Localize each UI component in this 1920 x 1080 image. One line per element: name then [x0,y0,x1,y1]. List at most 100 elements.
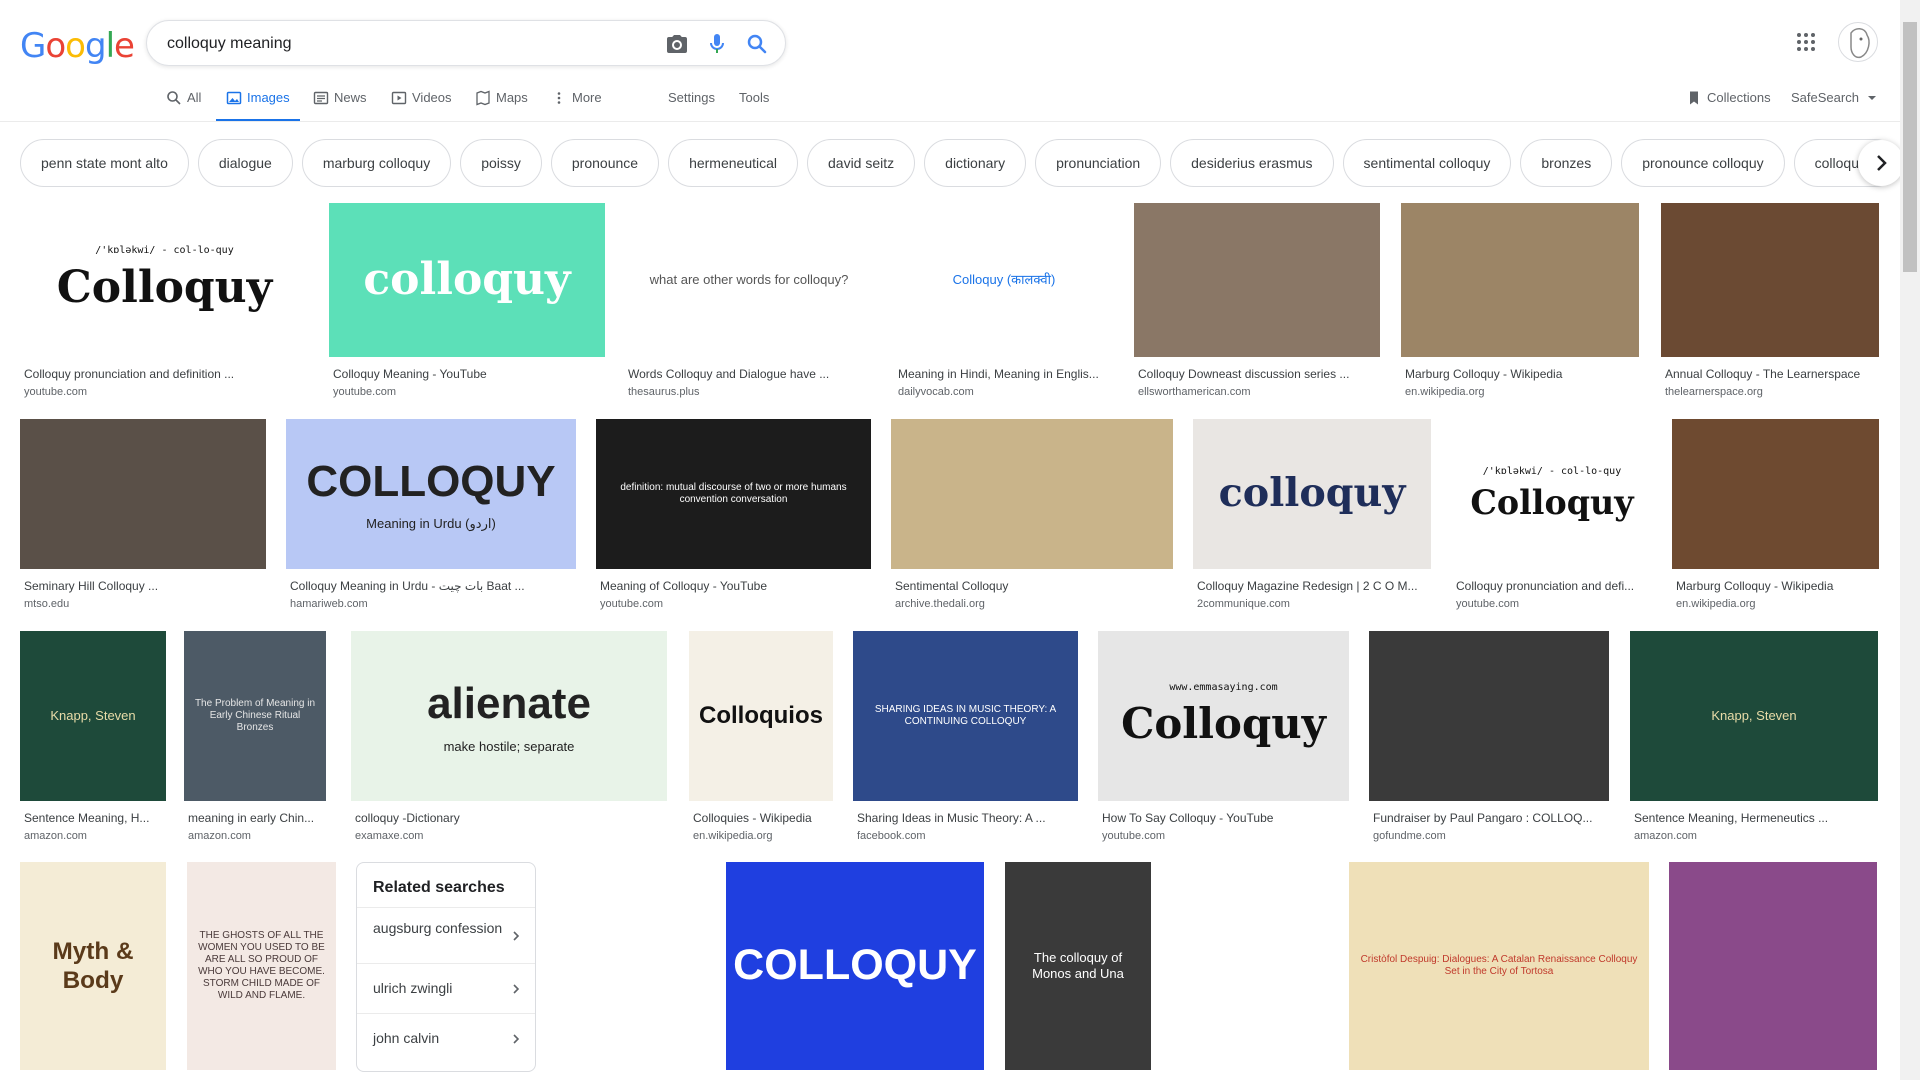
image-source[interactable]: hamariweb.com [290,598,576,610]
image-caption[interactable]: meaning in early Chin... [188,811,326,825]
image-thumbnail[interactable] [557,862,704,1070]
image-result[interactable]: Annual Colloquy - The Learnerspace thelea… [1661,203,1879,399]
image-source[interactable]: gofundme.com [1373,830,1609,842]
image-thumbnail[interactable] [1369,631,1609,801]
image-caption[interactable]: Sharing Ideas in Music Theory: A ... [857,811,1078,825]
image-caption[interactable]: Colloquy Meaning - YouTube [333,367,605,381]
image-result[interactable]: Seminary Hill Colloquy ... mtso.edu [20,419,266,611]
image-result[interactable]: COLLOQUY Meaning in Urdu (اردو) Colloquy M… [286,419,576,611]
image-thumbnail[interactable]: definition: mutual discourse of two or m… [596,419,871,569]
image-result[interactable]: what are other words for colloquy? Words … [624,203,874,399]
apps-grid-icon[interactable] [1794,30,1818,54]
image-source[interactable]: youtube.com [24,386,309,398]
image-thumbnail[interactable] [1134,203,1380,357]
related-chip[interactable]: bronzes [1520,139,1613,187]
image-source[interactable]: youtube.com [1102,830,1349,842]
image-thumbnail[interactable]: Knapp, Steven [20,631,166,801]
related-chip[interactable]: pronunciation [1035,139,1162,187]
collections-link[interactable]: Collections [1686,90,1771,122]
image-thumbnail[interactable]: COLLOQUY Meaning in Urdu (اردو) [286,419,576,569]
image-result[interactable]: colloquy Colloquy Meaning - YouTube youtub… [329,203,605,399]
tab-news[interactable]: News [313,90,367,122]
image-thumbnail[interactable]: Knapp, Steven [1630,631,1878,801]
image-caption[interactable]: Marburg Colloquy - Wikipedia [1676,579,1879,593]
image-result[interactable]: /'kɒləkwi/ - col-lo-quy Colloquy Colloquy … [20,203,309,399]
image-thumbnail[interactable]: Colloquios [689,631,833,801]
image-caption[interactable]: Seminary Hill Colloquy ... [24,579,266,593]
image-caption[interactable]: Words Colloquy and Dialogue have ... [628,367,874,381]
image-source[interactable]: en.wikipedia.org [1676,598,1879,610]
image-result[interactable]: Colloquios Colloquies - Wikipedia en.wikip… [689,631,833,843]
image-result[interactable]: Colloquy (कालक्वी) Meaning in Hindi, Mean… [894,203,1114,399]
image-caption[interactable]: Colloquies - Wikipedia [693,811,833,825]
related-search-item[interactable]: john calvin [357,1013,535,1063]
image-source[interactable]: en.wikipedia.org [693,830,833,842]
image-result[interactable]: Marburg Colloquy - Wikipedia en.wikipedia… [1672,419,1879,611]
image-result[interactable]: Marburg Colloquy - Wikipedia en.wikipedia… [1401,203,1639,399]
image-result[interactable]: Myth & Body [20,862,166,1070]
tab-maps[interactable]: Maps [475,90,528,122]
image-source[interactable]: archive.thedali.org [895,598,1173,610]
image-source[interactable]: youtube.com [1456,598,1652,610]
search-input[interactable] [167,31,657,57]
image-caption[interactable]: Meaning in Hindi, Meaning in Englis... [898,367,1114,381]
image-source[interactable]: 2communique.com [1197,598,1431,610]
image-source[interactable]: facebook.com [857,830,1078,842]
image-thumbnail[interactable]: SHARING IDEAS IN MUSIC THEORY: A CONTINU… [853,631,1078,801]
image-caption[interactable]: How To Say Colloquy - YouTube [1102,811,1349,825]
image-thumbnail[interactable]: colloquy [329,203,605,357]
image-thumbnail[interactable]: /'kɒləkwi/ - col-lo-quy Colloquy [20,203,309,357]
google-logo[interactable]: Google [20,26,135,66]
related-chip[interactable]: hermeneutical [668,139,798,187]
image-caption[interactable]: colloquy -Dictionary [355,811,667,825]
image-source[interactable]: ellsworthamerican.com [1138,386,1380,398]
image-result[interactable]: COLLOQUY [726,862,984,1070]
image-caption[interactable]: Annual Colloquy - The Learnerspace [1665,367,1879,381]
related-search-item[interactable]: augsburg confession [357,907,535,963]
image-caption[interactable]: Colloquy pronunciation and definition ..… [24,367,309,381]
image-source[interactable]: mtso.edu [24,598,266,610]
account-avatar[interactable] [1838,22,1878,62]
image-result[interactable]: alienate make hostile; separate colloquy -… [351,631,667,843]
image-result[interactable] [1172,862,1327,1070]
image-source[interactable]: thesaurus.plus [628,386,874,398]
image-caption[interactable]: Colloquy Meaning in Urdu - بات چیت Baat … [290,579,576,593]
image-caption[interactable]: Fundraiser by Paul Pangaro : COLLOQ... [1373,811,1609,825]
image-thumbnail[interactable]: Colloquy (कालक्वी) [894,203,1114,357]
image-thumbnail[interactable]: /'kɒləkwi/ - col-lo-quy Colloquy [1452,419,1652,569]
scrollbar-thumb[interactable] [1903,22,1917,272]
image-source[interactable]: youtube.com [600,598,871,610]
tab-settings[interactable]: Settings [668,90,715,122]
related-chip[interactable]: david seitz [807,139,916,187]
image-caption[interactable]: Colloquy pronunciation and defi... [1456,579,1652,593]
image-result[interactable] [557,862,704,1070]
image-result[interactable]: Knapp, Steven Sentence Meaning, Hermeneut… [1630,631,1878,843]
related-chip[interactable]: penn state mont alto [20,139,189,187]
image-thumbnail[interactable]: THE GHOSTS OF ALL THE WOMEN YOU USED TO … [187,862,336,1070]
image-result[interactable]: Knapp, Steven Sentence Meaning, H... amazo… [20,631,166,843]
image-source[interactable]: en.wikipedia.org [1405,386,1639,398]
image-result[interactable]: colloquy Colloquy Magazine Redesign | 2 C… [1193,419,1431,611]
image-thumbnail[interactable] [1172,862,1327,1070]
image-result[interactable]: www.emmasaying.com Colloquy How To Say Col… [1098,631,1349,843]
image-result[interactable]: /'kɒləkwi/ - col-lo-quy Colloquy Colloquy … [1452,419,1652,611]
image-result[interactable]: Colloquy Downeast discussion series ... e… [1134,203,1380,399]
related-chip[interactable]: poissy [460,139,542,187]
image-result[interactable] [1669,862,1877,1070]
image-thumbnail[interactable]: Cristòfol Despuig: Dialogues: A Catalan … [1349,862,1649,1070]
image-caption[interactable]: Colloquy Downeast discussion series ... [1138,367,1380,381]
related-chip[interactable]: sentimental colloquy [1342,139,1512,187]
image-thumbnail[interactable]: colloquy [1193,419,1431,569]
image-source[interactable]: examaxe.com [355,830,667,842]
image-result[interactable]: definition: mutual discourse of two or m… [596,419,871,611]
image-source[interactable]: youtube.com [333,386,605,398]
tab-tools[interactable]: Tools [739,90,769,122]
tab-all[interactable]: All [166,90,201,122]
camera-icon[interactable] [665,32,689,56]
related-search-item[interactable]: ulrich zwingli [357,963,535,1013]
image-thumbnail[interactable] [1401,203,1639,357]
related-chip[interactable]: dictionary [924,139,1027,187]
image-source[interactable]: thelearnerspace.org [1665,386,1879,398]
image-caption[interactable]: Sentence Meaning, H... [24,811,166,825]
image-source[interactable]: amazon.com [188,830,326,842]
